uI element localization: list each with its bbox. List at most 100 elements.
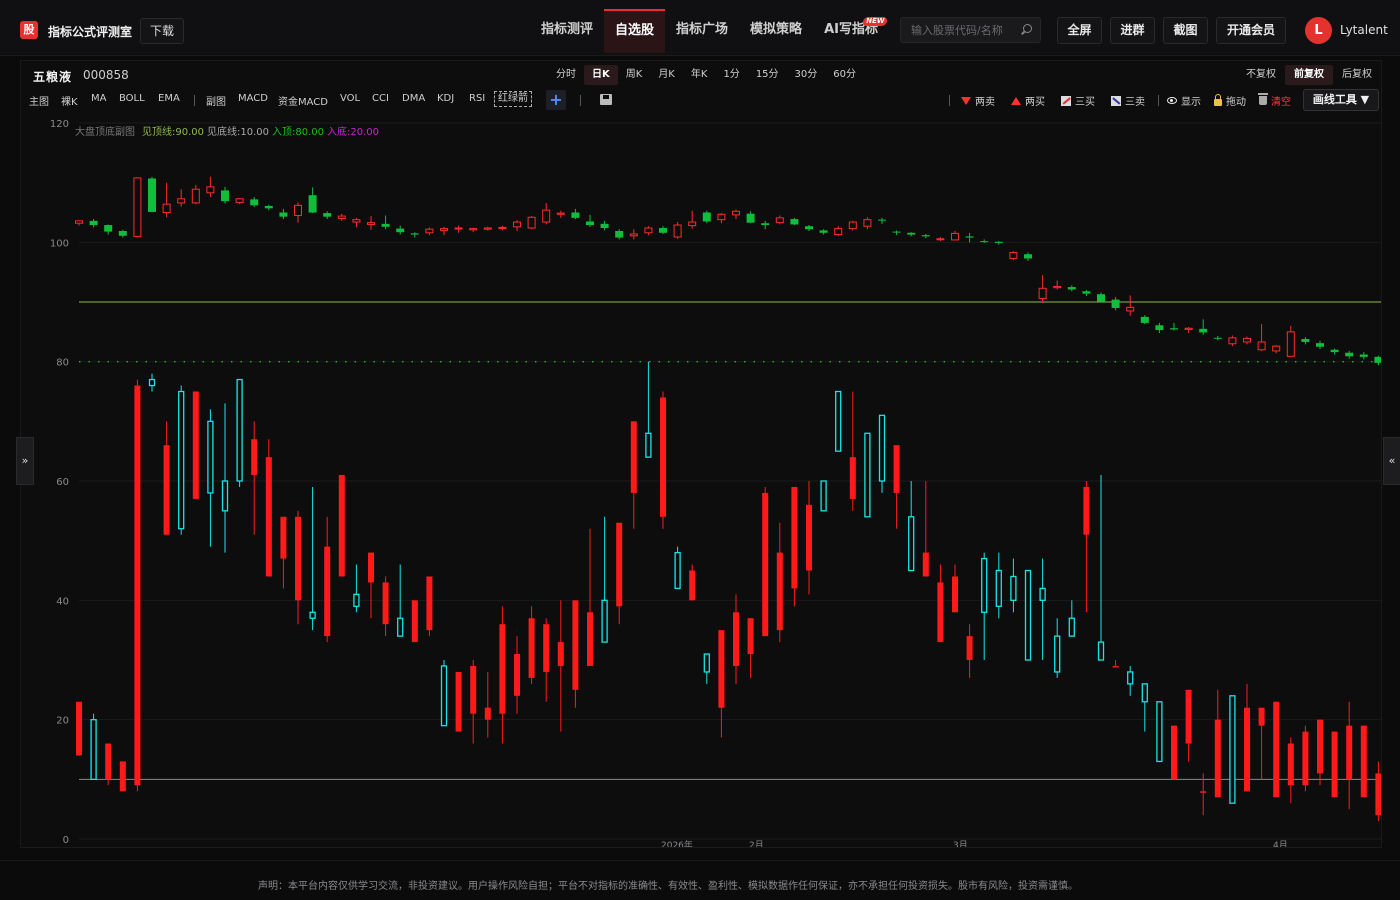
- period-tab-60min[interactable]: 60分: [825, 65, 864, 85]
- join-group-button[interactable]: 进群: [1110, 17, 1155, 44]
- nav-item-indicator-square[interactable]: 指标广场: [665, 9, 739, 53]
- three-buy-marker[interactable]: 三买: [1061, 93, 1095, 108]
- period-tab-weekly[interactable]: 周K: [618, 65, 651, 85]
- adjust-backward[interactable]: 后复权: [1333, 65, 1381, 85]
- osc-candle: [1141, 683, 1148, 703]
- nav-item-watchlist[interactable]: 自选股: [604, 9, 666, 53]
- price-candle: [907, 232, 916, 235]
- toolbar-divider: [1158, 95, 1159, 106]
- two-sell-marker[interactable]: 两卖: [961, 93, 995, 108]
- search-icon[interactable]: [1023, 24, 1032, 33]
- price-candle: [352, 219, 361, 223]
- indicator-rsi[interactable]: RSI: [469, 93, 485, 104]
- indicator-dma[interactable]: DMA: [402, 93, 425, 104]
- price-candle: [250, 199, 259, 206]
- draw-tool-dropdown[interactable]: 画线工具 ▼: [1303, 89, 1379, 111]
- osc-candle: [572, 600, 579, 690]
- adjust-forward[interactable]: 前复权: [1285, 65, 1333, 85]
- eye-icon: [1167, 97, 1177, 104]
- indicator-ma[interactable]: MA: [91, 93, 106, 104]
- save-icon[interactable]: [600, 94, 612, 105]
- osc-candle: [207, 420, 214, 494]
- period-tab-monthly[interactable]: 月K: [650, 65, 683, 85]
- osc-candle: [119, 761, 126, 792]
- three-sell-marker[interactable]: 三卖: [1111, 93, 1145, 108]
- price-candle: [1286, 331, 1295, 357]
- indicator-main[interactable]: 主图: [29, 93, 49, 108]
- price-candle: [732, 210, 740, 216]
- download-button[interactable]: 下载: [140, 18, 184, 44]
- clear-label: 清空: [1271, 97, 1291, 108]
- price-candle: [104, 225, 113, 232]
- indicator-kdj[interactable]: KDJ: [437, 93, 454, 104]
- osc-candle: [1156, 701, 1163, 763]
- price-candle: [746, 213, 755, 223]
- left-collapse-handle[interactable]: »: [16, 437, 34, 485]
- period-tab-yearly[interactable]: 年K: [683, 65, 716, 85]
- nav-item-sim-strategy[interactable]: 模拟策略: [739, 9, 813, 53]
- osc-candle: [981, 557, 988, 613]
- two-buy-marker[interactable]: 两买: [1011, 93, 1045, 108]
- up-triangle-icon: [1011, 96, 1021, 105]
- show-toggle[interactable]: 显示: [1167, 93, 1201, 108]
- search-input[interactable]: [901, 18, 1013, 42]
- price-candle: [805, 226, 813, 230]
- nav-item-ai-indicator[interactable]: AI写指标 NEW: [813, 9, 889, 53]
- vip-button[interactable]: 开通会员: [1216, 17, 1286, 44]
- osc-candle: [1244, 707, 1250, 792]
- period-tab-15min[interactable]: 15分: [748, 65, 787, 85]
- period-tab-1min[interactable]: 1分: [715, 65, 747, 85]
- logo-icon[interactable]: 股: [20, 21, 38, 39]
- indicator-naked-k[interactable]: 裸K: [61, 93, 78, 108]
- three-sell-icon: [1111, 95, 1121, 106]
- price-candle: [1140, 316, 1149, 323]
- indicator-ema[interactable]: EMA: [158, 93, 180, 104]
- add-indicator-button[interactable]: +: [546, 90, 566, 110]
- osc-candle: [338, 475, 345, 577]
- osc-candle: [1229, 695, 1236, 804]
- osc-candle: [952, 576, 958, 613]
- period-tab-daily[interactable]: 日K: [584, 65, 618, 85]
- indicator-red-green-arrow[interactable]: 红绿箭: [494, 91, 532, 107]
- osc-candle: [645, 432, 652, 458]
- screenshot-button[interactable]: 截图: [1163, 17, 1208, 44]
- price-candle: [994, 241, 1003, 243]
- price-candle: [702, 212, 711, 222]
- price-candle: [454, 227, 463, 230]
- osc-candle: [776, 552, 783, 631]
- osc-candle: [878, 414, 886, 482]
- price-candle: [148, 178, 156, 212]
- adjust-none[interactable]: 不复权: [1237, 65, 1285, 85]
- nav-item-indicator-review[interactable]: 指标测评: [530, 9, 604, 53]
- price-candle: [337, 215, 346, 219]
- kline-chart[interactable]: 大盘顶底副图 见顶线:90.00 见底线:10.00 入顶:80.00 入底:20.00…: [21, 115, 1381, 847]
- osc-candle: [76, 701, 82, 756]
- price-candle: [221, 190, 229, 202]
- osc-candle: [557, 642, 564, 666]
- period-tab-30min[interactable]: 30分: [787, 65, 826, 85]
- indicator-vol[interactable]: VOL: [340, 93, 360, 104]
- indicator-cci[interactable]: CCI: [372, 93, 389, 104]
- username[interactable]: Lytalent: [1340, 23, 1388, 37]
- clear-button[interactable]: 清空: [1258, 93, 1291, 108]
- indicator-macd[interactable]: MACD: [238, 93, 268, 104]
- right-expand-handle[interactable]: «: [1383, 437, 1400, 485]
- app-title[interactable]: 指标公式评测室: [48, 23, 132, 40]
- indicator-fund-macd[interactable]: 资金MACD: [278, 93, 328, 108]
- avatar[interactable]: L: [1305, 17, 1332, 44]
- osc-candle: [587, 612, 593, 666]
- period-tab-intraday[interactable]: 分时: [548, 65, 584, 85]
- indicator-sub[interactable]: 副图: [206, 93, 226, 108]
- osc-candle: [440, 665, 448, 727]
- indicator-boll[interactable]: BOLL: [119, 93, 145, 104]
- drag-toggle[interactable]: 拖动: [1214, 93, 1246, 108]
- price-candle: [688, 221, 697, 227]
- price-candle: [1024, 254, 1032, 259]
- price-candle: [235, 198, 244, 203]
- price-candle: [615, 230, 624, 238]
- fullscreen-button[interactable]: 全屏: [1057, 17, 1102, 44]
- osc-candle: [134, 385, 141, 786]
- osc-candle: [718, 630, 725, 708]
- x-tick-label: 4月: [1273, 840, 1288, 847]
- osc-candle: [1185, 689, 1192, 744]
